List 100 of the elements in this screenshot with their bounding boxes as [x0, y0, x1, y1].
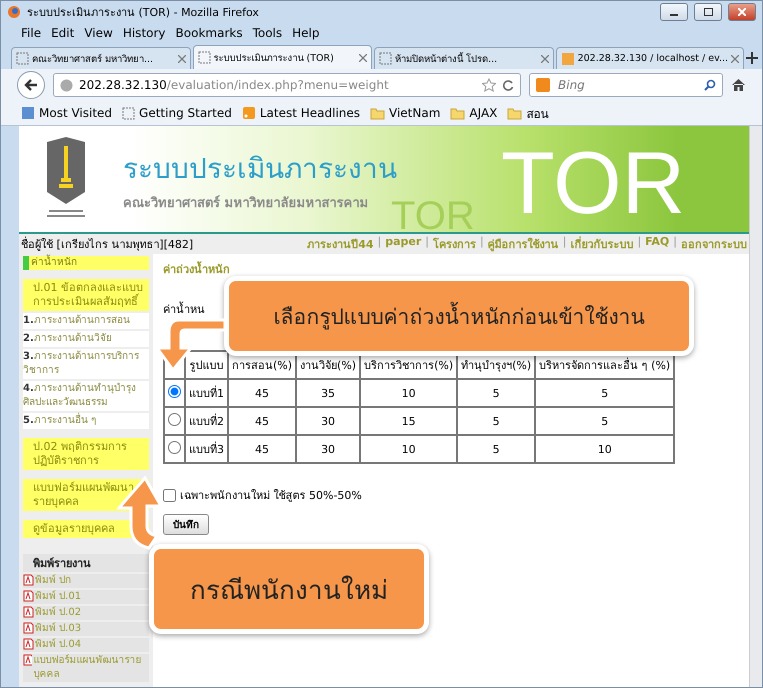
- menu-item[interactable]: Help: [292, 26, 320, 40]
- sidebar-item[interactable]: 2.ภาระงานด้านวิจัย: [23, 331, 149, 347]
- page-icon: [379, 52, 392, 65]
- search-field[interactable]: Bing: [529, 73, 723, 97]
- feed-icon: [242, 106, 256, 120]
- link-separator: |: [562, 235, 566, 250]
- link-separator: |: [480, 235, 484, 250]
- sidebar-item[interactable]: ค่าน้ำหนัก: [23, 256, 149, 270]
- table-cell: 5: [457, 435, 536, 463]
- firefox-logo-icon: [7, 5, 21, 19]
- back-arrow-icon: [24, 79, 38, 91]
- banner-logo-text: TOR: [501, 132, 686, 232]
- table-cell: 45: [228, 379, 296, 407]
- menu-item[interactable]: Tools: [252, 26, 282, 40]
- back-button[interactable]: [17, 71, 45, 99]
- close-icon[interactable]: [540, 54, 549, 62]
- home-icon[interactable]: [731, 78, 746, 92]
- banner-title: ระบบประเมินภาระงาน: [123, 150, 397, 186]
- close-icon[interactable]: [178, 54, 186, 62]
- pdf-icon: [23, 606, 34, 618]
- banner-subtitle: คณะวิทยาศาสตร์ มหาวิทยาลัยมหาสารคาม: [123, 194, 370, 212]
- link-separator: |: [637, 235, 642, 250]
- close-icon[interactable]: [359, 54, 368, 62]
- address-field[interactable]: 202.28.32.130/evaluation/index.php?menu=weight: [53, 73, 521, 97]
- table-cell: 45: [228, 407, 296, 435]
- pdf-icon: [23, 654, 32, 666]
- menu-item[interactable]: Bookmarks: [176, 26, 243, 40]
- bookmark-icon: [21, 106, 35, 120]
- browser-tab[interactable]: คณะวิทยาศาสตร์ มหาวิทยา...: [11, 47, 191, 69]
- user-label: ชื่อผู้ใช้ [เกรียงไกร นามพุทธา][482]: [21, 236, 194, 253]
- page-heading: ค่าถ่วงน้ำหนัก: [163, 260, 231, 278]
- pdf-icon: [23, 622, 34, 634]
- radio-button[interactable]: [168, 413, 181, 426]
- scrollbar[interactable]: [749, 126, 762, 687]
- pma-logo-icon: [560, 52, 575, 66]
- close-button[interactable]: [728, 3, 756, 21]
- banner-faint-text: TOR: [391, 196, 475, 232]
- table-cell: 10: [360, 435, 458, 463]
- radio-button[interactable]: [168, 385, 181, 398]
- link-separator: |: [673, 235, 677, 250]
- table-cell: 10: [535, 435, 674, 463]
- table-cell: 15: [360, 407, 458, 435]
- browser-tab[interactable]: ระบบประเมินภาระงาน (TOR): [192, 45, 372, 69]
- pdf-icon: [23, 638, 34, 650]
- link-separator: |: [378, 235, 382, 250]
- table-cell: 30: [296, 435, 360, 463]
- table-cell: 30: [296, 407, 360, 435]
- bookmark-link[interactable]: Most Visited: [21, 106, 112, 120]
- globe-icon: [60, 78, 73, 92]
- table-cell: แบบที่1: [185, 379, 228, 407]
- table-cell: 10: [360, 379, 458, 407]
- weight-note: ค่าน้ำหน: [163, 300, 205, 318]
- browser-tab[interactable]: ห้ามปิดหน้าต่างนี้ โปรด...: [374, 47, 554, 69]
- close-icon: [738, 8, 746, 16]
- table-cell: แบบที่3: [185, 435, 228, 463]
- sidebar-item[interactable]: ป.02 พฤติกรรมการปฏิบัติราชการ: [23, 438, 149, 470]
- folder-icon: [450, 106, 466, 120]
- minimize-button[interactable]: [660, 3, 688, 21]
- table-cell: 35: [296, 379, 360, 407]
- search-icon[interactable]: [704, 79, 716, 91]
- table-cell: 5: [535, 379, 674, 407]
- reload-icon[interactable]: [502, 79, 514, 91]
- table-cell: 5: [457, 407, 536, 435]
- page-icon: [122, 106, 136, 120]
- folder-icon: [370, 106, 386, 120]
- window-title: ระบบประเมินภาระงาน (TOR) - Mozilla Firefox: [27, 5, 260, 21]
- pdf-icon: [23, 590, 34, 602]
- sidebar-item[interactable]: 5.ภาระงานอื่น ๆ: [23, 413, 149, 429]
- folder-icon: [507, 106, 522, 120]
- menu-item[interactable]: View: [84, 26, 113, 40]
- menu-item[interactable]: History: [122, 26, 166, 40]
- save-button[interactable]: บันทึก: [163, 514, 209, 535]
- browser-tab[interactable]: 202.28.32.130 / localhost / ev...: [556, 47, 744, 69]
- checkbox-label: เฉพาะพนักงานใหม่ ใช้สูตร 50%-50%: [180, 488, 362, 504]
- table-cell: 5: [535, 407, 674, 435]
- star-icon[interactable]: [482, 78, 496, 92]
- radio-button[interactable]: [168, 441, 181, 454]
- table-cell: 5: [457, 379, 536, 407]
- bookmark-link[interactable]: Latest Headlines: [242, 106, 360, 120]
- bookmark-link[interactable]: AJAX: [450, 106, 498, 120]
- page-icon: [198, 51, 211, 64]
- new-tab-icon[interactable]: [746, 52, 758, 64]
- table-cell: 45: [228, 435, 296, 463]
- menu-item[interactable]: File: [21, 26, 42, 40]
- sidebar-item[interactable]: 3.ภาระงานด้านการบริการวิชาการ: [23, 349, 149, 379]
- bookmark-link[interactable]: Getting Started: [122, 106, 232, 120]
- sidebar-heading: พิมพ์รายงาน: [23, 554, 149, 572]
- maximize-icon: [704, 8, 712, 16]
- menu-item[interactable]: Edit: [51, 26, 74, 40]
- bookmark-link[interactable]: สอน: [507, 104, 548, 122]
- page-icon: [16, 52, 29, 65]
- table-cell: แบบที่2: [185, 407, 228, 435]
- sidebar-item[interactable]: 1.ภาระงานด้านการสอน: [23, 313, 149, 329]
- checkbox[interactable]: [163, 488, 176, 502]
- close-icon[interactable]: [731, 54, 740, 62]
- link-separator: |: [425, 235, 429, 250]
- search-engine-icon: [536, 78, 552, 92]
- sidebar-item[interactable]: 4.ภาระงานด้านทำนุบำรุงศิลปะและวัฒนธรรม: [23, 381, 149, 411]
- bookmark-link[interactable]: VietNam: [370, 106, 440, 120]
- maximize-button[interactable]: [694, 3, 722, 21]
